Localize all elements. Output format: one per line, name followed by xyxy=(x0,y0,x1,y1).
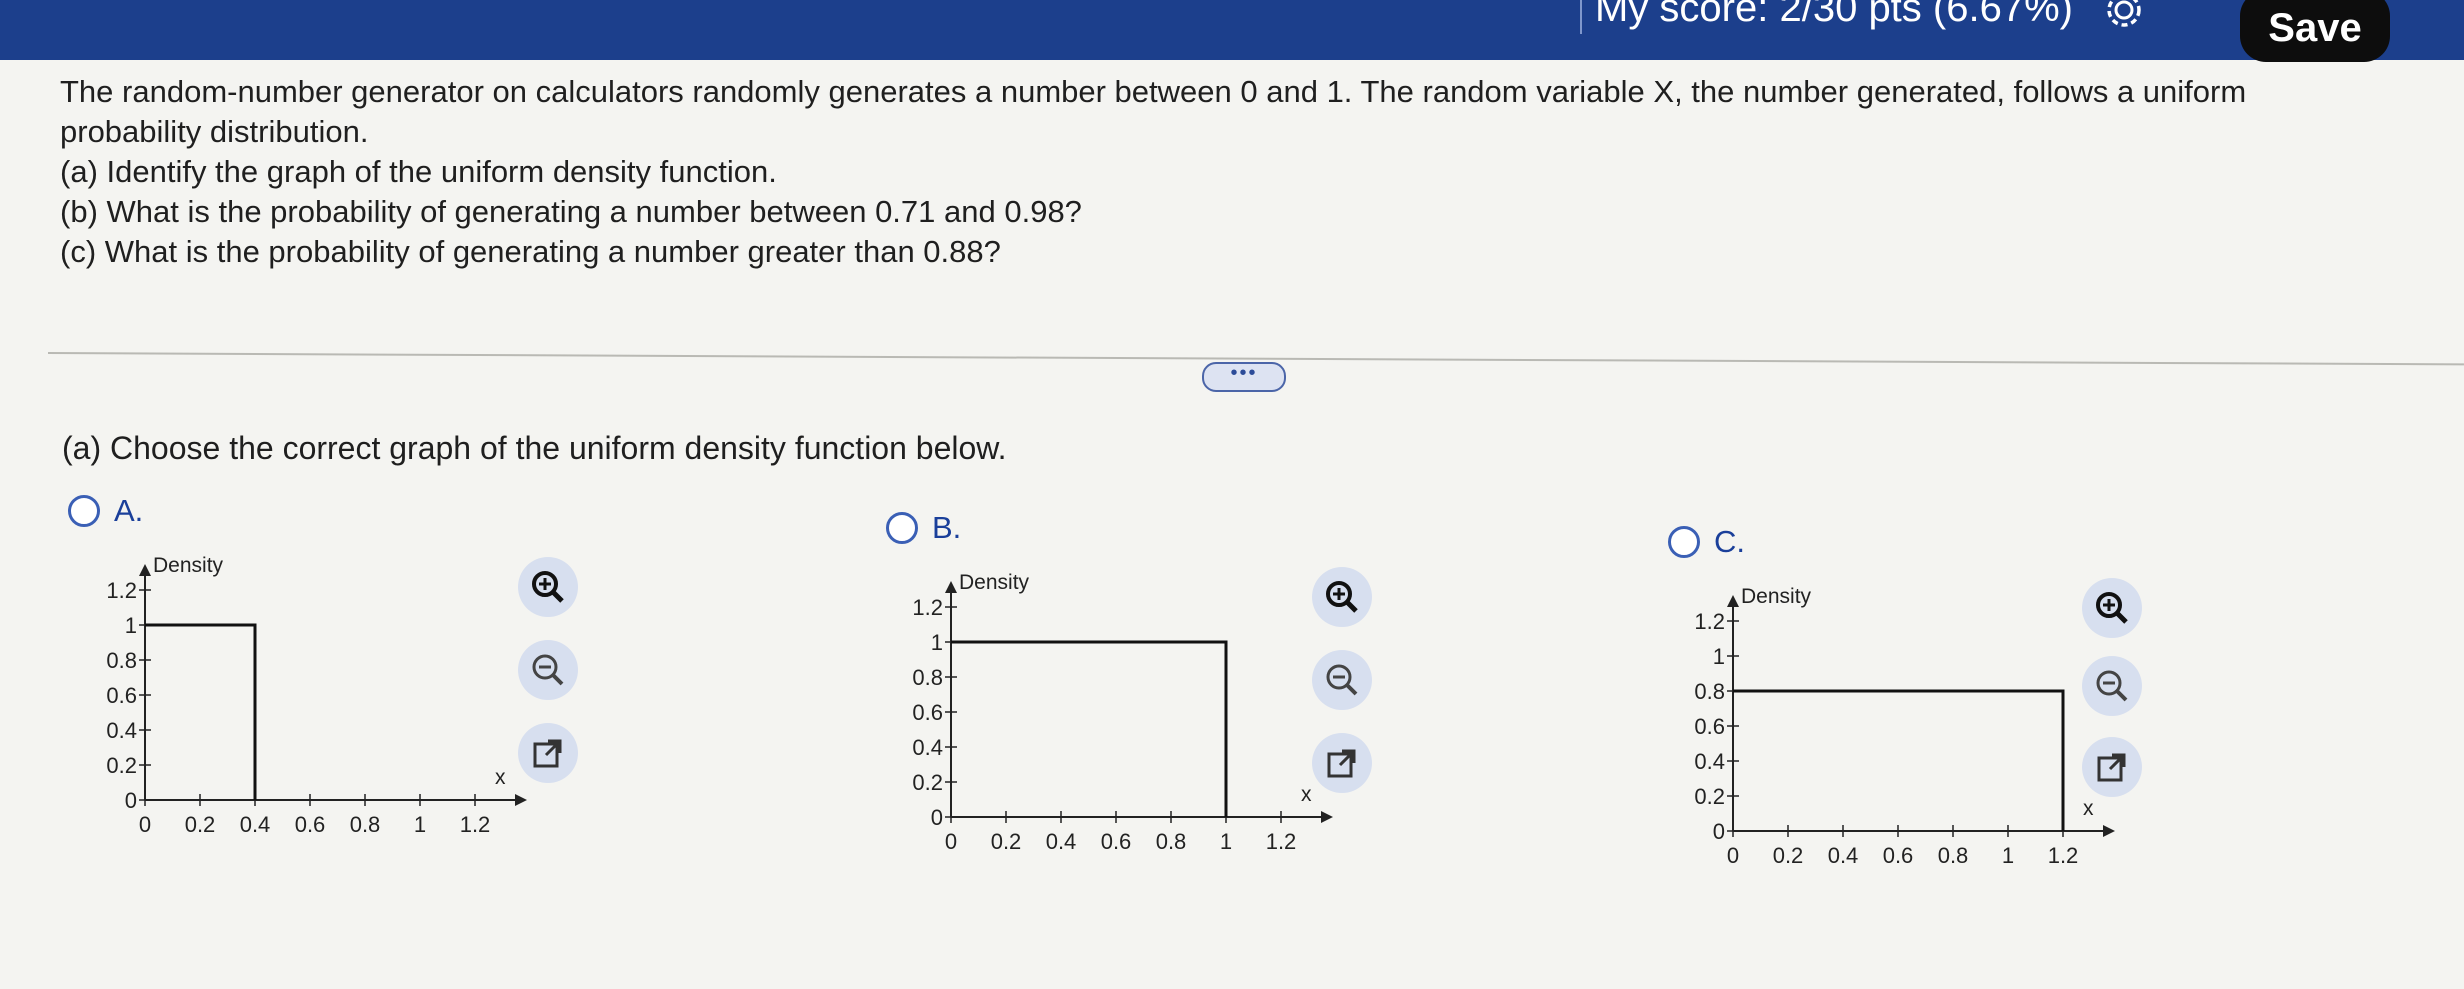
y-tick-label: 0.4 xyxy=(1694,749,1725,774)
popout-button-a[interactable] xyxy=(518,723,578,783)
y-tick-label: 0.4 xyxy=(912,735,943,760)
graph-option-c: 0 0.2 0.4 0.6 0.8 1 1.2 0 0.2 0.4 0.6 0.8 1 1.2 Densit… xyxy=(1694,585,2115,868)
y-axis-label: Density xyxy=(153,554,224,577)
option-b-label: B. xyxy=(932,510,962,545)
x-tick-label: 1 xyxy=(414,812,426,837)
x-tick-label: 0.2 xyxy=(991,829,1022,854)
magnifier-minus-icon xyxy=(1326,664,1358,696)
x-tick-label: 0.6 xyxy=(295,812,326,837)
option-c[interactable]: C. xyxy=(1668,524,1745,560)
problem-part-a: (a) Identify the graph of the uniform de… xyxy=(60,154,777,189)
magnifier-minus-icon xyxy=(532,654,564,686)
x-tick-label: 0.6 xyxy=(1101,829,1132,854)
x-tick-label: 0.2 xyxy=(185,812,216,837)
x-axis-label: x xyxy=(2083,797,2094,820)
y-tick-label: 0 xyxy=(1713,819,1725,844)
y-axis-label: Density xyxy=(1741,585,1812,608)
option-a[interactable]: A. xyxy=(68,493,143,529)
magnifier-plus-icon xyxy=(1326,581,1358,613)
radio-option-b[interactable] xyxy=(886,512,918,544)
magnifier-plus-icon xyxy=(2096,592,2128,624)
x-tick-label: 1.2 xyxy=(2048,843,2079,868)
y-tick-label: 0.2 xyxy=(106,753,137,778)
y-tick-label: 0.6 xyxy=(106,683,137,708)
radio-option-a[interactable] xyxy=(68,495,100,527)
y-tick-label: 0.2 xyxy=(1694,784,1725,809)
density-line xyxy=(1733,689,2065,831)
zoom-in-button-b[interactable] xyxy=(1312,567,1372,627)
y-tick-label: 1 xyxy=(1713,644,1725,669)
header-separator xyxy=(1580,0,1582,34)
x-axis-label: x xyxy=(495,766,506,789)
gear-icon[interactable] xyxy=(2098,0,2150,34)
x-axis-label: x xyxy=(1301,783,1312,806)
y-tick-label: 1.2 xyxy=(106,578,137,603)
x-tick-label: 1 xyxy=(2002,843,2014,868)
x-tick-label: 1.2 xyxy=(460,812,491,837)
zoom-out-button-c[interactable] xyxy=(2082,656,2142,716)
problem-part-c: (c) What is the probability of generatin… xyxy=(60,234,1001,269)
problem-statement: The random-number generator on calculato… xyxy=(60,72,2420,272)
x-tick-label: 0.8 xyxy=(1938,843,1969,868)
option-a-label: A. xyxy=(114,493,144,528)
y-tick-label: 0.4 xyxy=(106,718,137,743)
x-tick-label: 0.6 xyxy=(1883,843,1914,868)
y-tick-label: 0.8 xyxy=(106,648,137,673)
x-tick-label: 0.4 xyxy=(1828,843,1859,868)
problem-part-b: (b) What is the probability of generatin… xyxy=(60,194,1082,229)
x-tick-label: 1 xyxy=(1220,829,1232,854)
option-c-label: C. xyxy=(1714,524,1745,559)
y-tick-label: 1.2 xyxy=(1694,609,1725,634)
x-tick-label: 0 xyxy=(139,812,151,837)
x-tick-label: 0.8 xyxy=(1156,829,1187,854)
save-button[interactable]: Save xyxy=(2240,0,2390,62)
popout-button-b[interactable] xyxy=(1312,733,1372,793)
radio-option-c[interactable] xyxy=(1668,526,1700,558)
zoom-out-button-b[interactable] xyxy=(1312,650,1372,710)
y-tick-label: 0.6 xyxy=(1694,714,1725,739)
y-axis-label: Density xyxy=(959,571,1030,594)
y-tick-label: 0 xyxy=(931,805,943,830)
x-tick-label: 0.4 xyxy=(1046,829,1077,854)
x-axis-arrow xyxy=(515,794,527,806)
expand-toggle-button[interactable]: ••• xyxy=(1202,362,1286,392)
density-line xyxy=(145,623,257,800)
y-axis-arrow xyxy=(139,564,151,576)
y-tick-label: 1 xyxy=(931,630,943,655)
y-tick-label: 0.8 xyxy=(1694,679,1725,704)
x-tick-label: 0.4 xyxy=(240,812,271,837)
y-tick-label: 1.2 xyxy=(912,595,943,620)
score-text: My score: 2/30 pts (6.67%) xyxy=(1595,0,2073,30)
y-axis-arrow xyxy=(945,581,957,593)
open-external-icon xyxy=(533,739,562,768)
question-prompt: (a) Choose the correct graph of the unif… xyxy=(62,430,1007,466)
x-axis-arrow xyxy=(2103,825,2115,837)
y-tick-label: 1 xyxy=(125,613,137,638)
density-line xyxy=(951,640,1228,817)
x-axis-arrow xyxy=(1321,811,1333,823)
zoom-in-button-c[interactable] xyxy=(2082,578,2142,638)
x-tick-label: 0 xyxy=(1727,843,1739,868)
open-external-icon xyxy=(1327,749,1356,778)
problem-intro: The random-number generator on calculato… xyxy=(60,74,2247,149)
graph-option-a: 0 0.2 0.4 0.6 0.8 1 1.2 0 0.2 0.4 0.6 0.8 1 1.2 Densit… xyxy=(106,554,527,837)
graph-option-b: 0 0.2 0.4 0.6 0.8 1 1.2 0 0.2 0.4 0.6 0.8 1 1.2 Densit… xyxy=(912,571,1333,854)
x-tick-label: 0.8 xyxy=(350,812,381,837)
top-bar: My score: 2/30 pts (6.67%) Save xyxy=(0,0,2464,62)
option-b[interactable]: B. xyxy=(886,510,961,546)
y-tick-label: 0.2 xyxy=(912,770,943,795)
x-tick-label: 0 xyxy=(945,829,957,854)
y-tick-label: 0.6 xyxy=(912,700,943,725)
y-tick-label: 0.8 xyxy=(912,665,943,690)
x-tick-label: 1.2 xyxy=(1266,829,1297,854)
magnifier-minus-icon xyxy=(2096,670,2128,702)
y-tick-label: 0 xyxy=(125,788,137,813)
magnifier-plus-icon xyxy=(532,571,564,603)
popout-button-c[interactable] xyxy=(2082,737,2142,797)
zoom-in-button-a[interactable] xyxy=(518,557,578,617)
zoom-out-button-a[interactable] xyxy=(518,640,578,700)
y-axis-arrow xyxy=(1727,595,1739,607)
open-external-icon xyxy=(2097,753,2126,782)
x-tick-label: 0.2 xyxy=(1773,843,1804,868)
